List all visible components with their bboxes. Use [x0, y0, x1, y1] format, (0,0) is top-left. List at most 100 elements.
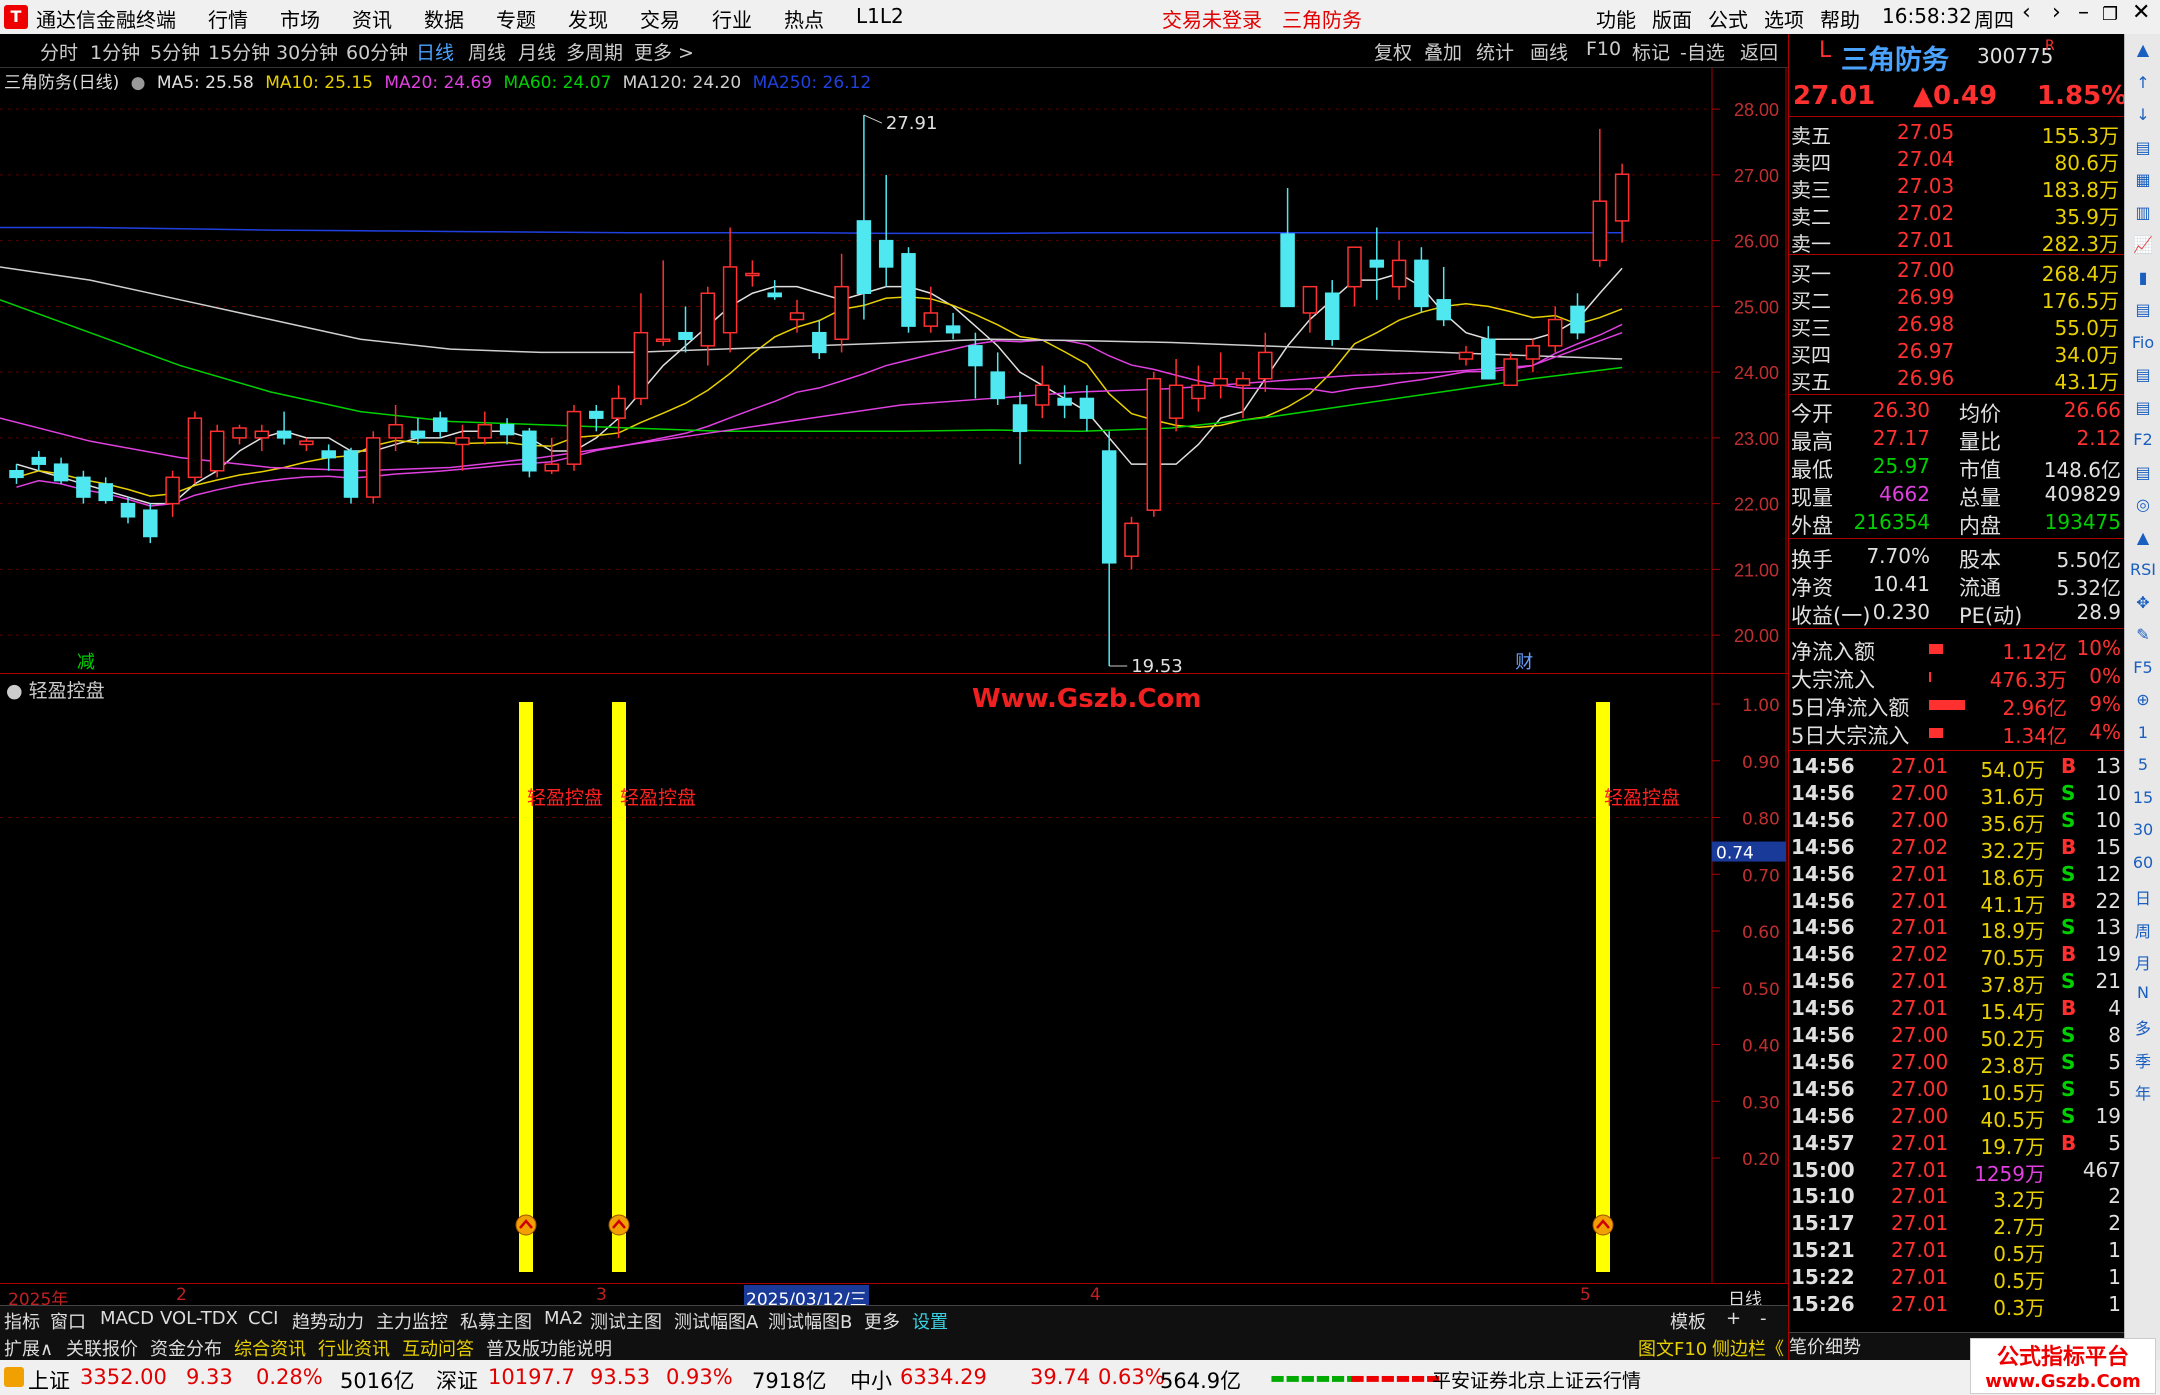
- tab-private-main[interactable]: 私募主图: [460, 1308, 532, 1334]
- tab-ma2[interactable]: MA2: [544, 1308, 583, 1329]
- menu-news[interactable]: 资讯: [352, 4, 392, 33]
- tool-button-icon[interactable]: ▦: [2129, 170, 2157, 196]
- tab-vol-tdx[interactable]: VOL-TDX: [160, 1308, 238, 1329]
- tool-button-icon[interactable]: ▮: [2129, 268, 2157, 294]
- menu-data[interactable]: 数据: [424, 4, 464, 33]
- tool-f10[interactable]: F10: [1586, 38, 1621, 60]
- tool-stats[interactable]: 统计: [1476, 38, 1514, 65]
- tab-macd[interactable]: MACD: [100, 1308, 154, 1329]
- tool-button-icon[interactable]: ↓: [2129, 105, 2157, 131]
- stock-name[interactable]: 三角防务: [1841, 38, 1949, 77]
- tab-main-monitor[interactable]: 主力监控: [376, 1308, 448, 1334]
- menu-industry[interactable]: 行业: [712, 4, 752, 33]
- candlestick-chart[interactable]: 28.00 27.00 26.00 25.00 24.00 23.00 22.00 21.00…: [0, 68, 1788, 673]
- menu-options[interactable]: 选项: [1764, 4, 1804, 33]
- tool-restore-rights[interactable]: 复权: [1374, 38, 1412, 65]
- tool-button-icon[interactable]: 📈: [2129, 235, 2157, 261]
- tab-related-quotes[interactable]: 关联报价: [66, 1335, 138, 1361]
- tool-button-icon[interactable]: ▤: [2129, 463, 2157, 489]
- tool-button-icon[interactable]: 1: [2129, 723, 2157, 749]
- tool-button-icon[interactable]: 15: [2129, 788, 2157, 814]
- tab-expand[interactable]: 扩展∧: [4, 1335, 53, 1361]
- tab-trend-power[interactable]: 趋势动力: [292, 1308, 364, 1334]
- tab-test-sub-a[interactable]: 测试幅图A: [674, 1308, 758, 1334]
- tab-test-main[interactable]: 测试主图: [590, 1308, 662, 1334]
- tool-button-icon[interactable]: 60: [2129, 853, 2157, 879]
- tool-overlay[interactable]: 叠加: [1424, 38, 1462, 65]
- menu-layout[interactable]: 版面: [1652, 4, 1692, 33]
- tab-more[interactable]: 更多: [864, 1308, 900, 1334]
- sme-index-name[interactable]: 中小: [850, 1365, 892, 1395]
- server-name[interactable]: 平安证券北京上证云行情: [1432, 1366, 1641, 1393]
- tool-button-icon[interactable]: ▤: [2129, 300, 2157, 326]
- period-60min[interactable]: 60分钟: [346, 38, 408, 65]
- tab-window[interactable]: 窗口: [50, 1308, 86, 1334]
- tab-remove[interactable]: -: [1760, 1308, 1767, 1329]
- tab-industry-news[interactable]: 行业资讯: [318, 1335, 390, 1361]
- tool-button-icon[interactable]: ▤: [2129, 365, 2157, 391]
- period-daily[interactable]: 日线: [416, 38, 454, 65]
- legend-toggle-icon[interactable]: ●: [131, 73, 146, 93]
- tool-button-icon[interactable]: F2: [2129, 430, 2157, 456]
- tool-button-icon[interactable]: ▲: [2129, 40, 2157, 66]
- detail-tab[interactable]: 细: [1825, 1337, 1843, 1358]
- period-more[interactable]: 更多 >: [634, 38, 694, 65]
- period-weekly[interactable]: 周线: [468, 38, 506, 65]
- menu-market[interactable]: 行情: [208, 4, 248, 33]
- restore-icon[interactable]: ❐: [2102, 4, 2118, 25]
- tool-button-icon[interactable]: ▲: [2129, 528, 2157, 554]
- period-30min[interactable]: 30分钟: [276, 38, 338, 65]
- tab-basic-help[interactable]: 普及版功能说明: [486, 1335, 612, 1361]
- tab-cci[interactable]: CCI: [248, 1308, 278, 1329]
- tool-button-icon[interactable]: ✎: [2129, 625, 2157, 651]
- tab-add[interactable]: +: [1726, 1308, 1741, 1329]
- tab-fund-distribution[interactable]: 资金分布: [150, 1335, 222, 1361]
- period-timeshare[interactable]: 分时: [40, 38, 78, 65]
- detail-tab[interactable]: 势: [1843, 1337, 1861, 1358]
- indicator-chart[interactable]: 1.00 0.90 0.80 0.70 0.60 0.50 0.40 0.30 0.20 0.74…: [0, 672, 1788, 1283]
- sz-index-name[interactable]: 深证: [436, 1365, 478, 1395]
- detail-tab[interactable]: 价: [1807, 1337, 1825, 1358]
- tool-mark[interactable]: 标记: [1632, 38, 1670, 65]
- tool-button-icon[interactable]: ▤: [2129, 138, 2157, 164]
- tool-button-icon[interactable]: F5: [2129, 658, 2157, 684]
- minimize-icon[interactable]: –: [2078, 0, 2089, 25]
- menu-discover[interactable]: 发现: [568, 4, 608, 33]
- tool-button-icon[interactable]: 多: [2129, 1015, 2157, 1041]
- tool-button-icon[interactable]: ▤: [2129, 398, 2157, 424]
- tool-button-icon[interactable]: ✥: [2129, 593, 2157, 619]
- period-monthly[interactable]: 月线: [518, 38, 556, 65]
- menu-help[interactable]: 帮助: [1820, 4, 1860, 33]
- status-menu-icon[interactable]: [4, 1367, 24, 1387]
- tool-button-icon[interactable]: ⊕: [2129, 690, 2157, 716]
- menu-markets[interactable]: 市场: [280, 4, 320, 33]
- tab-f10-graphic[interactable]: 图文F10: [1638, 1335, 1707, 1361]
- sh-index-name[interactable]: 上证: [28, 1365, 70, 1395]
- tool-button-icon[interactable]: N: [2129, 983, 2157, 1009]
- menu-function[interactable]: 功能: [1596, 4, 1636, 33]
- menu-topics[interactable]: 专题: [496, 4, 536, 33]
- indicator-toggle-icon[interactable]: ●: [6, 680, 29, 702]
- tab-indicator[interactable]: 指标: [4, 1308, 40, 1334]
- tool-button-icon[interactable]: 30: [2129, 820, 2157, 846]
- period-5min[interactable]: 5分钟: [150, 38, 200, 65]
- back-icon[interactable]: ‹: [2022, 0, 2031, 25]
- menu-trade[interactable]: 交易: [640, 4, 680, 33]
- tab-template[interactable]: 模板: [1670, 1308, 1706, 1334]
- tab-general-news[interactable]: 综合资讯: [234, 1335, 306, 1361]
- tab-test-sub-b[interactable]: 测试幅图B: [768, 1308, 852, 1334]
- tool-remove-watch[interactable]: -自选: [1680, 38, 1725, 65]
- menu-formula[interactable]: 公式: [1708, 4, 1748, 33]
- tab-settings[interactable]: 设置: [912, 1308, 948, 1334]
- tool-back[interactable]: 返回: [1740, 38, 1778, 65]
- tool-button-icon[interactable]: RSI: [2129, 560, 2157, 586]
- trade-login-notice[interactable]: 交易未登录: [1162, 4, 1262, 33]
- tool-button-icon[interactable]: 日: [2129, 885, 2157, 911]
- forward-icon[interactable]: ›: [2052, 0, 2061, 25]
- period-multi[interactable]: 多周期: [566, 38, 623, 65]
- tool-button-icon[interactable]: 周: [2129, 918, 2157, 944]
- tool-button-icon[interactable]: Fio: [2129, 333, 2157, 359]
- tool-button-icon[interactable]: 年: [2129, 1080, 2157, 1106]
- period-1min[interactable]: 1分钟: [90, 38, 140, 65]
- tool-button-icon[interactable]: ▥: [2129, 203, 2157, 229]
